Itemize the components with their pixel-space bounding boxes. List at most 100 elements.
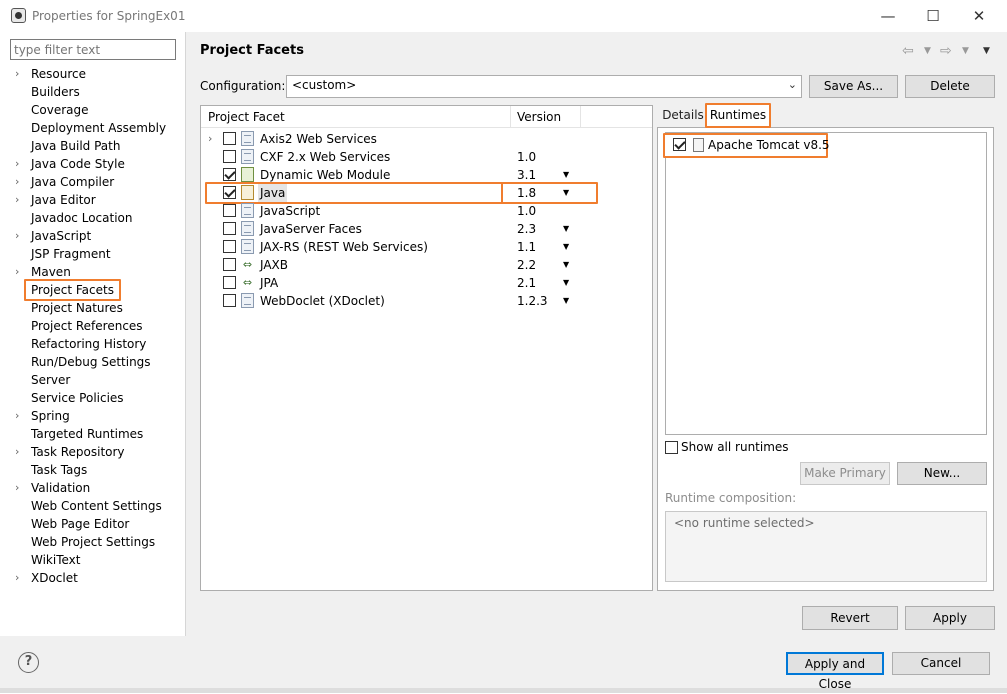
facet-row[interactable]: WebDoclet (XDoclet) 1.2.3 ▼ bbox=[201, 292, 652, 310]
chevron-down-icon[interactable]: ▼ bbox=[563, 220, 569, 238]
chevron-down-icon[interactable]: ▼ bbox=[563, 184, 569, 202]
expand-arrow-icon[interactable]: › bbox=[208, 130, 212, 148]
forward-menu-chevron-icon[interactable]: ▼ bbox=[962, 46, 969, 56]
nav-item[interactable]: Deployment Assembly bbox=[31, 119, 166, 137]
tab-runtimes[interactable]: Runtimes bbox=[705, 103, 771, 128]
chevron-down-icon[interactable]: ▼ bbox=[563, 274, 569, 292]
nav-item[interactable]: Targeted Runtimes bbox=[31, 425, 143, 443]
apply-and-close-button[interactable]: Apply and Close bbox=[786, 652, 884, 691]
configuration-select[interactable]: <custom> ⌄ bbox=[286, 75, 802, 98]
facet-checkbox[interactable] bbox=[223, 240, 236, 253]
nav-item[interactable]: WikiText bbox=[31, 551, 81, 569]
facet-version[interactable]: 2.2 bbox=[517, 256, 536, 274]
facet-version[interactable]: 1.8 bbox=[517, 184, 536, 202]
nav-item[interactable]: Java Editor bbox=[31, 191, 96, 209]
nav-item[interactable]: Java Code Style bbox=[31, 155, 125, 173]
facet-checkbox[interactable] bbox=[223, 294, 236, 307]
nav-item[interactable]: Coverage bbox=[31, 101, 89, 119]
expand-arrow-icon[interactable]: › bbox=[15, 227, 19, 245]
facet-version[interactable]: 1.2.3 bbox=[517, 292, 548, 310]
expand-arrow-icon[interactable]: › bbox=[15, 407, 19, 425]
facet-row[interactable]: JAX-RS (REST Web Services) 1.1 ▼ bbox=[201, 238, 652, 256]
expand-arrow-icon[interactable]: › bbox=[15, 65, 19, 83]
back-arrow-icon[interactable]: ⇦ bbox=[902, 43, 914, 59]
chevron-down-icon[interactable]: ▼ bbox=[563, 238, 569, 256]
expand-arrow-icon[interactable]: › bbox=[15, 443, 19, 461]
facet-checkbox[interactable] bbox=[223, 168, 236, 181]
revert-button[interactable]: Revert bbox=[802, 606, 898, 630]
expand-arrow-icon[interactable]: › bbox=[15, 191, 19, 209]
nav-item[interactable]: Javadoc Location bbox=[31, 209, 132, 227]
facet-checkbox[interactable] bbox=[223, 222, 236, 235]
nav-item[interactable]: Run/Debug Settings bbox=[31, 353, 151, 371]
facet-checkbox[interactable] bbox=[223, 276, 236, 289]
expand-arrow-icon[interactable]: › bbox=[15, 173, 19, 191]
facet-row[interactable]: JavaScript 1.0 bbox=[201, 202, 652, 220]
facet-version[interactable]: 2.1 bbox=[517, 274, 536, 292]
nav-item[interactable]: JavaScript bbox=[31, 227, 91, 245]
expand-arrow-icon[interactable]: › bbox=[15, 155, 19, 173]
runtime-item[interactable]: Apache Tomcat v8.5 bbox=[663, 133, 830, 158]
nav-item[interactable]: Resource bbox=[31, 65, 86, 83]
nav-item[interactable]: Builders bbox=[31, 83, 80, 101]
nav-item[interactable]: Refactoring History bbox=[31, 335, 146, 353]
nav-item[interactable]: Web Project Settings bbox=[31, 533, 155, 551]
facet-checkbox[interactable] bbox=[223, 132, 236, 145]
facet-version[interactable]: 3.1 bbox=[517, 166, 536, 184]
nav-item[interactable]: Project References bbox=[31, 317, 143, 335]
facet-row[interactable]: ⇔ JPA 2.1 ▼ bbox=[201, 274, 652, 292]
nav-item[interactable]: Java Compiler bbox=[31, 173, 114, 191]
new-runtime-button[interactable]: New... bbox=[897, 462, 987, 485]
nav-item[interactable]: JSP Fragment bbox=[31, 245, 111, 263]
nav-item[interactable]: Service Policies bbox=[31, 389, 124, 407]
cancel-button[interactable]: Cancel bbox=[892, 652, 990, 675]
nav-item[interactable]: Task Tags bbox=[31, 461, 87, 479]
forward-arrow-icon[interactable]: ⇨ bbox=[940, 43, 952, 59]
facet-version[interactable]: 1.1 bbox=[517, 238, 536, 256]
column-header-version[interactable]: Version bbox=[517, 110, 561, 124]
nav-item[interactable]: Project Natures bbox=[31, 299, 123, 317]
facet-row[interactable]: JavaServer Faces 2.3 ▼ bbox=[201, 220, 652, 238]
nav-item[interactable]: Validation bbox=[31, 479, 90, 497]
facet-checkbox[interactable] bbox=[223, 186, 236, 199]
facet-row[interactable]: Dynamic Web Module 3.1 ▼ bbox=[201, 166, 652, 184]
close-button[interactable]: ✕ bbox=[959, 4, 999, 28]
nav-item[interactable]: Project Facets bbox=[24, 279, 121, 301]
runtime-checkbox[interactable] bbox=[673, 138, 686, 151]
make-primary-button[interactable]: Make Primary bbox=[800, 462, 890, 485]
nav-item[interactable]: Web Content Settings bbox=[31, 497, 162, 515]
facet-checkbox[interactable] bbox=[223, 204, 236, 217]
chevron-down-icon[interactable]: ▼ bbox=[563, 166, 569, 184]
save-as-button[interactable]: Save As... bbox=[809, 75, 898, 98]
filter-input[interactable] bbox=[10, 39, 176, 60]
minimize-button[interactable]: — bbox=[868, 4, 908, 28]
nav-item[interactable]: Spring bbox=[31, 407, 70, 425]
facet-row[interactable]: › Axis2 Web Services bbox=[201, 130, 652, 148]
expand-arrow-icon[interactable]: › bbox=[15, 479, 19, 497]
facet-checkbox[interactable] bbox=[223, 150, 236, 163]
back-menu-chevron-icon[interactable]: ▼ bbox=[924, 46, 931, 56]
chevron-down-icon[interactable]: ▼ bbox=[563, 256, 569, 274]
facet-version[interactable]: 2.3 bbox=[517, 220, 536, 238]
view-menu-icon[interactable]: ▼ bbox=[983, 46, 990, 56]
tab-details[interactable]: Details bbox=[660, 105, 706, 127]
nav-item[interactable]: Java Build Path bbox=[31, 137, 120, 155]
nav-item[interactable]: Task Repository bbox=[31, 443, 125, 461]
help-icon[interactable]: ? bbox=[18, 652, 39, 673]
expand-arrow-icon[interactable]: › bbox=[15, 263, 19, 281]
column-header-facet[interactable]: Project Facet bbox=[208, 110, 285, 124]
nav-item[interactable]: Web Page Editor bbox=[31, 515, 129, 533]
arrows-icon: ⇔ bbox=[242, 276, 253, 289]
nav-item[interactable]: XDoclet bbox=[31, 569, 78, 587]
facet-row[interactable]: ⇔ JAXB 2.2 ▼ bbox=[201, 256, 652, 274]
nav-item[interactable]: Server bbox=[31, 371, 70, 389]
maximize-button[interactable]: ☐ bbox=[913, 4, 953, 28]
facet-row[interactable]: Java 1.8 ▼ bbox=[201, 184, 652, 202]
expand-arrow-icon[interactable]: › bbox=[15, 569, 19, 587]
chevron-down-icon[interactable]: ▼ bbox=[563, 292, 569, 310]
delete-button[interactable]: Delete bbox=[905, 75, 995, 98]
show-all-runtimes-label: Show all runtimes bbox=[681, 440, 789, 454]
apply-button[interactable]: Apply bbox=[905, 606, 995, 630]
facet-checkbox[interactable] bbox=[223, 258, 236, 271]
facet-row[interactable]: CXF 2.x Web Services 1.0 bbox=[201, 148, 652, 166]
